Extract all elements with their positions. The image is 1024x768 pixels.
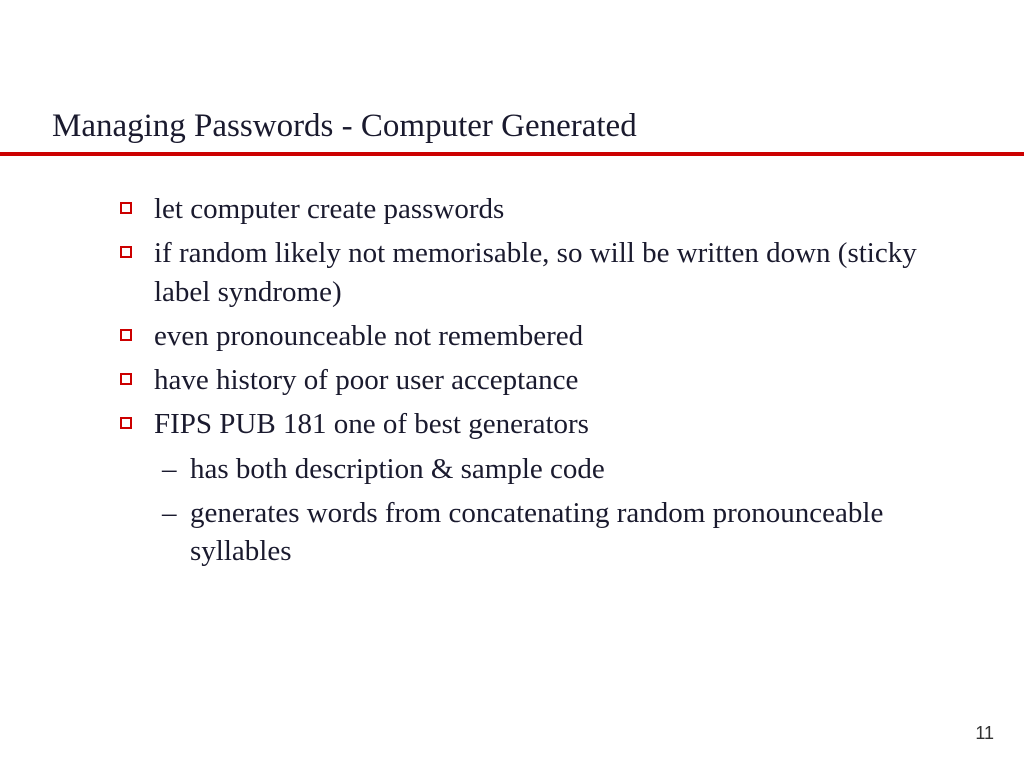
bullet-item: have history of poor user acceptance: [120, 361, 940, 399]
bullet-item: if random likely not memorisable, so wil…: [120, 234, 940, 311]
slide: Managing Passwords - Computer Generated …: [0, 0, 1024, 768]
square-bullet-icon: [120, 329, 132, 341]
square-bullet-icon: [120, 246, 132, 258]
square-bullet-icon: [120, 202, 132, 214]
bullet-text: have history of poor user acceptance: [154, 361, 940, 399]
bullet-text: if random likely not memorisable, so wil…: [154, 234, 940, 311]
dash-bullet-icon: –: [162, 494, 184, 532]
bullet-text: FIPS PUB 181 one of best generators: [154, 405, 940, 443]
square-bullet-icon: [120, 417, 132, 429]
slide-body: let computer create passwords if random …: [120, 190, 940, 576]
sub-bullet-text: has both description & sample code: [190, 450, 940, 488]
slide-title: Managing Passwords - Computer Generated: [52, 108, 637, 145]
title-underline: [0, 152, 1024, 156]
bullet-item: let computer create passwords: [120, 190, 940, 228]
bullet-item: even pronounceable not remembered: [120, 317, 940, 355]
bullet-item: FIPS PUB 181 one of best generators: [120, 405, 940, 443]
sub-bullet-item: – has both description & sample code: [162, 450, 940, 488]
square-bullet-icon: [120, 373, 132, 385]
bullet-text: let computer create passwords: [154, 190, 940, 228]
sub-bullet-item: – generates words from concatenating ran…: [162, 494, 940, 571]
dash-bullet-icon: –: [162, 450, 184, 488]
sub-bullet-text: generates words from concatenating rando…: [190, 494, 940, 571]
page-number: 11: [975, 723, 994, 744]
bullet-text: even pronounceable not remembered: [154, 317, 940, 355]
